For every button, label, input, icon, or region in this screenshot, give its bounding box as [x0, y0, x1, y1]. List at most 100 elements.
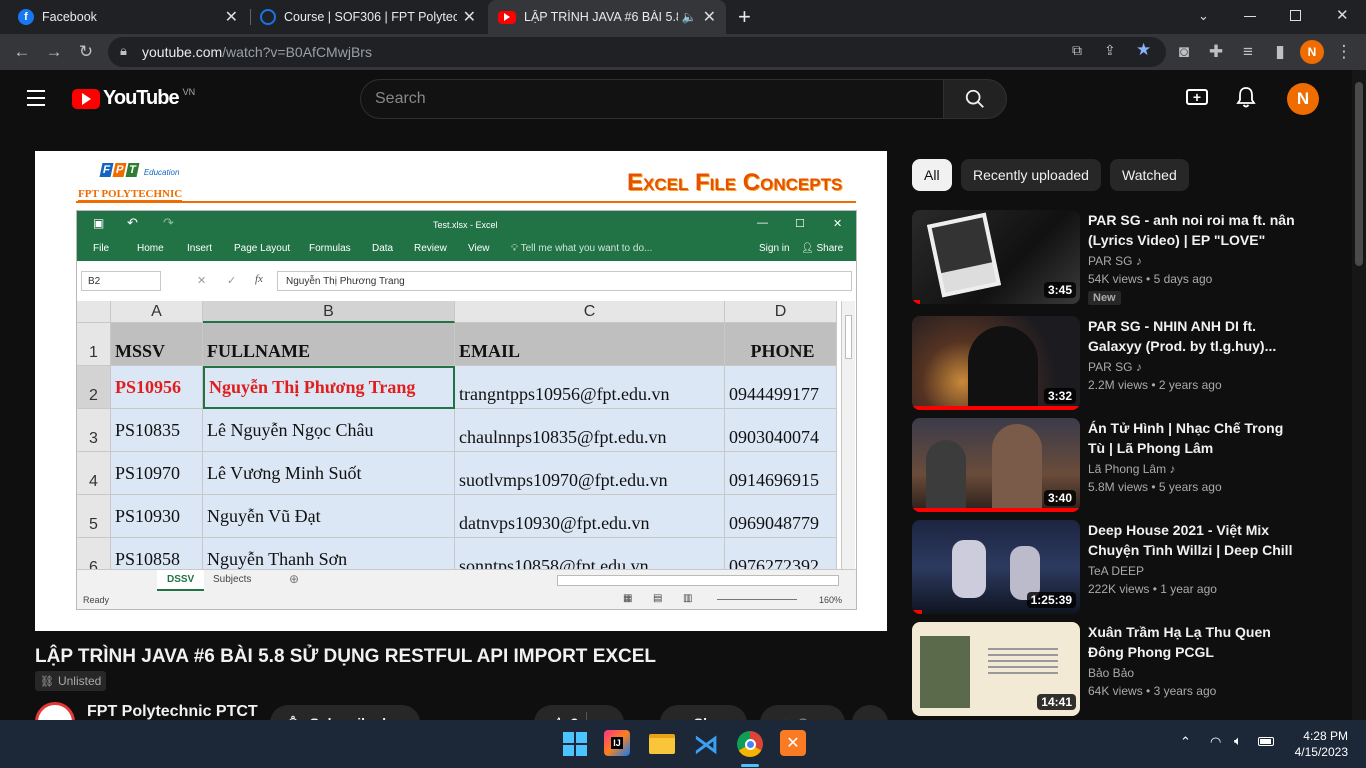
- notifications-bell-icon[interactable]: [1236, 86, 1256, 113]
- bookmark-star-icon[interactable]: ★: [1136, 40, 1151, 60]
- rec-channel[interactable]: Bảo Bảo: [1088, 666, 1134, 680]
- excel-close-icon: ✕: [833, 218, 843, 230]
- rec-title[interactable]: Deep House 2021 - Việt Mix Chuyện Tình W…: [1088, 520, 1298, 560]
- rec-title[interactable]: PAR SG - NHIN ANH DI ft. Galaxyy (Prod. …: [1088, 316, 1298, 356]
- rec-meta: 64K views • 3 years ago: [1088, 684, 1217, 698]
- battery-icon[interactable]: [1258, 737, 1274, 746]
- extensions-puzzle-icon[interactable]: ✚: [1204, 40, 1228, 64]
- channel-name[interactable]: FPT Polytechnic PTCT: [87, 703, 258, 721]
- system-clock[interactable]: 4:28 PM 4/15/2023: [1295, 728, 1348, 760]
- tab-youtube-active[interactable]: LẬP TRÌNH JAVA #6 BÀI 5.8 S 🔈 ✕: [488, 0, 726, 34]
- minimize-button[interactable]: [1244, 16, 1256, 17]
- new-badge: New: [1088, 291, 1121, 305]
- tab-course[interactable]: Course | SOF306 | FPT Polytechnic ✕: [250, 0, 486, 34]
- video-thumbnail[interactable]: 14:41: [912, 622, 1080, 716]
- forward-button[interactable]: →: [42, 40, 66, 64]
- chrome-icon[interactable]: [736, 730, 764, 758]
- watch-progress: [912, 610, 922, 614]
- windows-start-icon[interactable]: [561, 730, 589, 758]
- search-input[interactable]: [361, 80, 944, 118]
- youtube-header: YouTube VN + N: [0, 70, 1352, 128]
- brand-edu: Education: [143, 168, 180, 177]
- lock-icon[interactable]: 🔒︎: [120, 43, 127, 59]
- excel-cell: Lê Vương Minh Suốt: [203, 452, 455, 495]
- browser-profile-avatar[interactable]: N: [1300, 40, 1324, 64]
- excel-cell: 0903040074: [725, 409, 837, 452]
- close-icon[interactable]: ✕: [225, 7, 238, 27]
- media-queue-icon[interactable]: ≡: [1236, 40, 1260, 64]
- video-thumbnail[interactable]: 3:40: [912, 418, 1080, 512]
- excel-sheet-tab-subjects: Subjects: [213, 574, 252, 585]
- volume-icon[interactable]: 🔈︎: [1234, 733, 1242, 749]
- xampp-icon[interactable]: ✕: [780, 730, 806, 756]
- unlisted-badge: ⛓︎ Unlisted: [35, 671, 107, 691]
- chip-watched[interactable]: Watched: [1110, 159, 1189, 191]
- rec-channel[interactable]: TeA DEEP: [1088, 564, 1144, 578]
- tray-chevron-up-icon[interactable]: ⌃: [1180, 734, 1191, 750]
- rec-meta: 54K views • 5 days ago: [1088, 272, 1213, 286]
- rec-channel[interactable]: Lã Phong Lâm ♪: [1088, 462, 1175, 476]
- close-icon[interactable]: ✕: [703, 7, 716, 27]
- close-icon[interactable]: ✕: [463, 7, 476, 27]
- chip-all[interactable]: All: [912, 159, 952, 191]
- clock-date: 4/15/2023: [1294, 745, 1348, 759]
- restore-button[interactable]: [1290, 10, 1301, 21]
- side-panel-icon[interactable]: ▮: [1268, 40, 1292, 64]
- active-app-indicator: [741, 764, 759, 767]
- tab-facebook[interactable]: f Facebook ✕: [8, 0, 248, 34]
- excel-col-header-c: C: [455, 301, 725, 323]
- search-box[interactable]: [360, 79, 944, 119]
- browser-menu-icon[interactable]: ⋮: [1332, 40, 1356, 64]
- back-button[interactable]: ←: [10, 40, 34, 64]
- open-in-app-icon[interactable]: ⧉: [1072, 42, 1082, 59]
- wifi-icon[interactable]: ◠: [1210, 734, 1221, 750]
- speaker-icon[interactable]: 🔈: [682, 10, 697, 24]
- create-video-icon[interactable]: +: [1186, 89, 1208, 105]
- tab-title: Course | SOF306 | FPT Polytechnic: [284, 10, 457, 24]
- user-avatar[interactable]: N: [1287, 83, 1319, 115]
- rec-title[interactable]: Xuân Trầm Hạ Lạ Thu Quen Đông Phong PCGL: [1088, 622, 1298, 662]
- recommendation-item[interactable]: 3:45 PAR SG - anh noi roi ma ft. nân (Ly…: [912, 210, 1312, 306]
- region-code: VN: [182, 86, 196, 97]
- window-close-button[interactable]: ✕: [1336, 6, 1349, 24]
- share-page-icon[interactable]: ⇪: [1104, 42, 1116, 59]
- recommendation-item[interactable]: 1:25:39 Deep House 2021 - Việt Mix Chuyệ…: [912, 520, 1312, 616]
- address-bar[interactable]: 🔒︎ youtube.com/watch?v=B0AfCMwjBrs ⧉ ⇪ ★: [108, 37, 1166, 67]
- youtube-logo[interactable]: YouTube VN: [72, 87, 195, 110]
- vscode-icon[interactable]: ⋊: [692, 729, 720, 759]
- excel-restore-icon: ☐: [795, 218, 805, 230]
- page-scrollbar[interactable]: [1352, 70, 1366, 720]
- camera-extension-icon[interactable]: ◙: [1172, 40, 1196, 64]
- excel-sheet-tab-dssv: DSSV: [157, 570, 205, 591]
- slide-divider: [76, 201, 856, 203]
- excel-menu-page-layout: Page Layout: [234, 243, 291, 254]
- tab-search-chevron-icon[interactable]: ⌄: [1198, 8, 1209, 24]
- rec-channel[interactable]: PAR SG ♪: [1088, 360, 1142, 374]
- music-note-icon: ♪: [1169, 462, 1176, 476]
- video-thumbnail[interactable]: 3:32: [912, 316, 1080, 410]
- reload-button[interactable]: ↻: [74, 40, 98, 64]
- duration-badge: 1:25:39: [1026, 592, 1076, 608]
- rec-channel[interactable]: PAR SG ♪: [1088, 254, 1142, 268]
- scrollbar-thumb[interactable]: [1355, 82, 1363, 266]
- search-icon: [965, 89, 984, 108]
- new-tab-button[interactable]: +: [738, 4, 751, 30]
- intellij-icon[interactable]: IJ: [604, 730, 630, 756]
- rec-title[interactable]: PAR SG - anh noi roi ma ft. nân (Lyrics …: [1088, 210, 1298, 250]
- file-explorer-icon[interactable]: [648, 730, 676, 758]
- recommendation-item[interactable]: 3:40 Án Tử Hình | Nhạc Chế Trong Tù | Lã…: [912, 418, 1312, 514]
- recommendation-item[interactable]: 3:32 PAR SG - NHIN ANH DI ft. Galaxyy (P…: [912, 316, 1312, 412]
- rec-title[interactable]: Án Tử Hình | Nhạc Chế Trong Tù | Lã Phon…: [1088, 418, 1298, 458]
- video-thumbnail[interactable]: 3:45: [912, 210, 1080, 304]
- recommendation-item[interactable]: 14:41 Xuân Trầm Hạ Lạ Thu Quen Đông Phon…: [912, 622, 1312, 718]
- chip-recently-uploaded[interactable]: Recently uploaded: [961, 159, 1101, 191]
- url-text[interactable]: youtube.com/watch?v=B0AfCMwjBrs: [142, 44, 372, 60]
- tab-title: LẬP TRÌNH JAVA #6 BÀI 5.8 S: [524, 10, 678, 24]
- hamburger-menu-icon[interactable]: [27, 90, 45, 106]
- search-button[interactable]: [943, 79, 1007, 119]
- video-thumbnail[interactable]: 1:25:39: [912, 520, 1080, 614]
- music-note-icon: ♪: [1135, 360, 1142, 374]
- browser-toolbar: ← → ↻ 🔒︎ youtube.com/watch?v=B0AfCMwjBrs…: [0, 34, 1366, 70]
- visibility-label: Unlisted: [57, 674, 102, 688]
- music-note-icon: ♪: [1135, 254, 1142, 268]
